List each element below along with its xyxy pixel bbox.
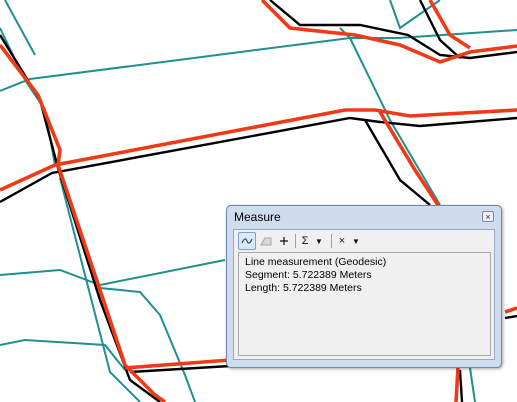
plus-icon [280,237,288,245]
clear-icon: × [338,235,346,247]
sum-button[interactable]: Σ [299,232,311,250]
measure-area-icon [260,237,272,246]
segment-length: Segment: 5.722389 Meters [245,269,372,281]
teal-road [0,259,226,287]
toolbar-separator [295,234,296,248]
sum-dropdown[interactable]: ▼ [313,232,325,250]
toolbar-separator [331,234,332,248]
measure-toolbar: Σ ▼ × ▼ [236,232,492,250]
teal-road [99,287,196,402]
chevron-down-icon: ▼ [352,236,360,246]
title-bar[interactable]: Measure × [227,206,501,228]
total-length: Length: 5.722389 Meters [245,282,362,294]
units-dropdown[interactable]: ▼ [350,232,362,250]
red-road [504,306,517,314]
measure-feature-button[interactable] [276,232,292,250]
measure-window[interactable]: Measure × Σ ▼ × ▼ Line measurement (Geod… [226,205,502,368]
sum-icon: Σ [301,235,309,247]
red-road [454,367,460,402]
red-road [0,108,517,192]
clear-button[interactable]: × [336,232,348,250]
measure-line-button[interactable] [238,232,256,250]
black-road [458,369,464,402]
close-icon: × [485,212,491,222]
chevron-down-icon: ▼ [315,236,323,246]
red-road [0,43,167,402]
measure-area-button[interactable] [258,232,274,250]
measure-line-icon [241,238,253,244]
black-road [0,34,161,402]
window-title: Measure [234,210,281,224]
measurement-type: Line measurement (Geodesic) [245,256,387,268]
close-button[interactable]: × [482,211,494,222]
teal-road [469,367,476,402]
window-client-area: Σ ▼ × ▼ Line measurement (Geodesic) Segm… [233,229,495,360]
black-road [504,314,517,320]
red-road [428,0,471,50]
measurement-results: Line measurement (Geodesic) Segment: 5.7… [238,252,491,356]
